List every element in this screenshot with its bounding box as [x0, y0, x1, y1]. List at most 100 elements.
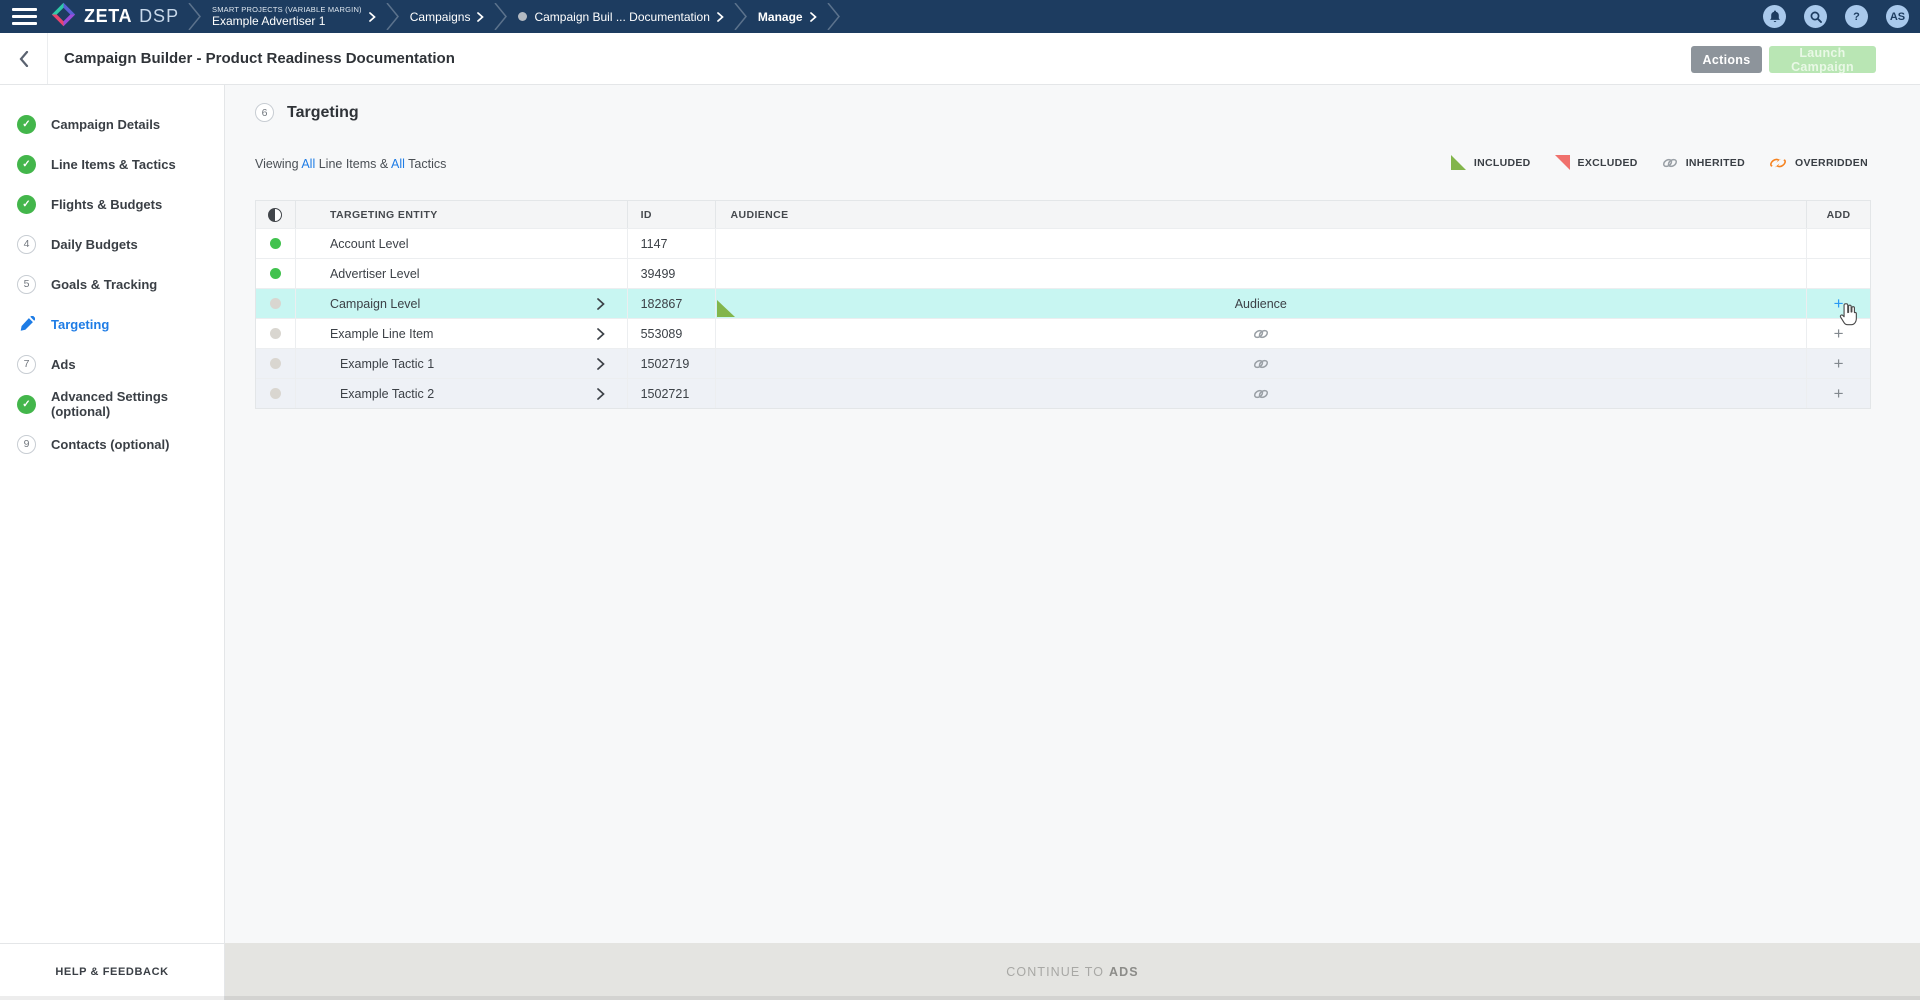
audience-cell	[716, 319, 1808, 348]
sidebar-item-advanced-settings-optional[interactable]: ✓Advanced Settings (optional)	[0, 384, 224, 424]
breadcrumb-separator	[188, 3, 202, 30]
continue-to-ads-button[interactable]: CONTINUE TO ADS	[225, 943, 1920, 1000]
status-dot-green[interactable]	[270, 268, 281, 279]
inherited-chain-icon	[1253, 388, 1269, 400]
add-plus-button[interactable]: +	[1834, 325, 1844, 342]
zeta-dsp-logo[interactable]: ZETA DSP	[50, 3, 179, 30]
check-circle-icon: ✓	[17, 395, 36, 414]
add-cell: +	[1807, 349, 1870, 378]
sidebar-item-targeting[interactable]: Targeting	[0, 304, 224, 344]
add-plus-button[interactable]: +	[1834, 385, 1844, 402]
audience-cell	[716, 379, 1808, 408]
column-header-audience: AUDIENCE	[716, 201, 1808, 228]
legend-included: INCLUDED	[1451, 155, 1531, 170]
status-cell	[256, 349, 296, 378]
edit-pencil-icon	[17, 315, 36, 334]
breadcrumb-item-campaign-buil-documentation[interactable]: Campaign Buil ... Documentation	[510, 10, 731, 24]
hamburger-menu-icon[interactable]	[12, 8, 37, 25]
magnifier-glyph	[1810, 11, 1822, 23]
breadcrumb-item-campaigns[interactable]: Campaigns	[402, 10, 493, 24]
sidebar-item-label: Targeting	[51, 317, 109, 332]
add-plus-button[interactable]: +	[1834, 355, 1844, 372]
breadcrumb-separator	[827, 3, 841, 30]
entity-name: Advertiser Level	[330, 267, 420, 281]
user-avatar[interactable]: AS	[1886, 5, 1909, 28]
table-row-campaign-level[interactable]: Campaign Level182867Audience+	[256, 288, 1870, 318]
sidebar-item-campaign-details[interactable]: ✓Campaign Details	[0, 104, 224, 144]
status-dot-green[interactable]	[270, 238, 281, 249]
add-plus-button[interactable]: +	[1834, 295, 1844, 312]
help-feedback-link[interactable]: HELP & FEEDBACK	[0, 943, 224, 1000]
breadcrumb-separator	[734, 3, 748, 30]
column-header-id: ID	[628, 201, 716, 228]
sidebar-item-label: Ads	[51, 357, 76, 372]
chevron-right-icon[interactable]	[597, 358, 605, 370]
targeting-legend: INCLUDED EXCLUDED INHERITED OVERRIDDEN	[1451, 155, 1868, 170]
filter-all-link[interactable]: All	[391, 157, 405, 171]
sidebar-item-label: Flights & Budgets	[51, 197, 162, 212]
filter-all-link[interactable]: All	[301, 157, 315, 171]
add-cell: +	[1807, 379, 1870, 408]
id-cell: 1147	[628, 229, 716, 258]
chevron-right-icon[interactable]	[597, 328, 605, 340]
status-dot-gray[interactable]	[270, 388, 281, 399]
sidebar-item-flights-budgets[interactable]: ✓Flights & Budgets	[0, 184, 224, 224]
viewing-filter-line: Viewing All Line Items & All Tactics	[255, 157, 446, 171]
status-dot-icon	[518, 12, 527, 21]
launch-campaign-button[interactable]: Launch Campaign	[1769, 46, 1876, 73]
sidebar-item-label: Goals & Tracking	[51, 277, 157, 292]
legend-label: EXCLUDED	[1578, 157, 1638, 169]
sidebar-item-label: Daily Budgets	[51, 237, 138, 252]
entity-name: Example Tactic 2	[340, 387, 434, 401]
table-row-example-line-item[interactable]: Example Line Item553089+	[256, 318, 1870, 348]
main-content: 6 Targeting Viewing All Line Items & All…	[225, 85, 1920, 1000]
breadcrumb-item-manage[interactable]: Manage	[750, 10, 825, 24]
breadcrumb-label: Manage	[758, 10, 803, 24]
id-cell: 1502719	[628, 349, 716, 378]
sidebar-item-daily-budgets[interactable]: 4Daily Budgets	[0, 224, 224, 264]
viewing-text: Viewing	[255, 157, 301, 171]
logo-text: ZETA	[84, 6, 132, 27]
inherited-chain-icon	[1253, 328, 1269, 340]
status-dot-gray[interactable]	[270, 328, 281, 339]
audience-cell[interactable]: Audience	[716, 289, 1808, 318]
chevron-right-icon	[717, 12, 724, 22]
continue-target-label: ADS	[1109, 965, 1139, 979]
legend-inherited: INHERITED	[1662, 157, 1745, 169]
add-cell: +	[1807, 319, 1870, 348]
zeta-diamond-icon	[50, 2, 77, 32]
chevron-right-icon[interactable]	[597, 388, 605, 400]
entity-name: Example Tactic 1	[340, 357, 434, 371]
breadcrumb-item-example-advertiser-1[interactable]: SMART PROJECTS (VARIABLE MARGIN)Example …	[204, 5, 384, 28]
chevron-right-icon[interactable]	[597, 298, 605, 310]
actions-button[interactable]: Actions	[1691, 46, 1762, 73]
breadcrumb-eyebrow: SMART PROJECTS (VARIABLE MARGIN)	[212, 5, 362, 14]
entity-id: 1502719	[641, 357, 690, 371]
viewing-text: Line Items &	[315, 157, 391, 171]
back-button[interactable]	[0, 33, 48, 84]
sidebar-item-goals-tracking[interactable]: 5Goals & Tracking	[0, 264, 224, 304]
page-title: Campaign Builder - Product Readiness Doc…	[64, 33, 455, 84]
status-dot-gray[interactable]	[270, 358, 281, 369]
audience-cell	[716, 229, 1808, 258]
table-row-advertiser-level[interactable]: Advertiser Level39499	[256, 258, 1870, 288]
help-icon[interactable]: ?	[1845, 5, 1868, 28]
breadcrumb-label: Campaigns	[410, 10, 471, 24]
sidebar-item-contacts-optional[interactable]: 9Contacts (optional)	[0, 424, 224, 464]
table-row-account-level[interactable]: Account Level1147	[256, 228, 1870, 258]
legend-excluded: EXCLUDED	[1555, 155, 1638, 170]
sidebar-item-ads[interactable]: 7Ads	[0, 344, 224, 384]
inherited-chain-icon	[1662, 157, 1678, 169]
logo-suffix: DSP	[139, 6, 179, 27]
table-row-example-tactic-1[interactable]: Example Tactic 1 1502719 +	[256, 348, 1870, 378]
add-cell: +	[1807, 289, 1870, 318]
table-row-example-tactic-2[interactable]: Example Tactic 21502721+	[256, 378, 1870, 408]
half-circle-toggle-icon[interactable]	[268, 208, 282, 222]
sidebar-item-line-items-tactics[interactable]: ✓Line Items & Tactics	[0, 144, 224, 184]
status-dot-gray[interactable]	[270, 298, 281, 309]
entity-cell: Example Tactic 2	[296, 379, 628, 408]
notifications-icon[interactable]	[1763, 5, 1786, 28]
search-icon[interactable]	[1804, 5, 1827, 28]
add-cell	[1807, 259, 1870, 288]
legend-label: OVERRIDDEN	[1795, 157, 1868, 169]
